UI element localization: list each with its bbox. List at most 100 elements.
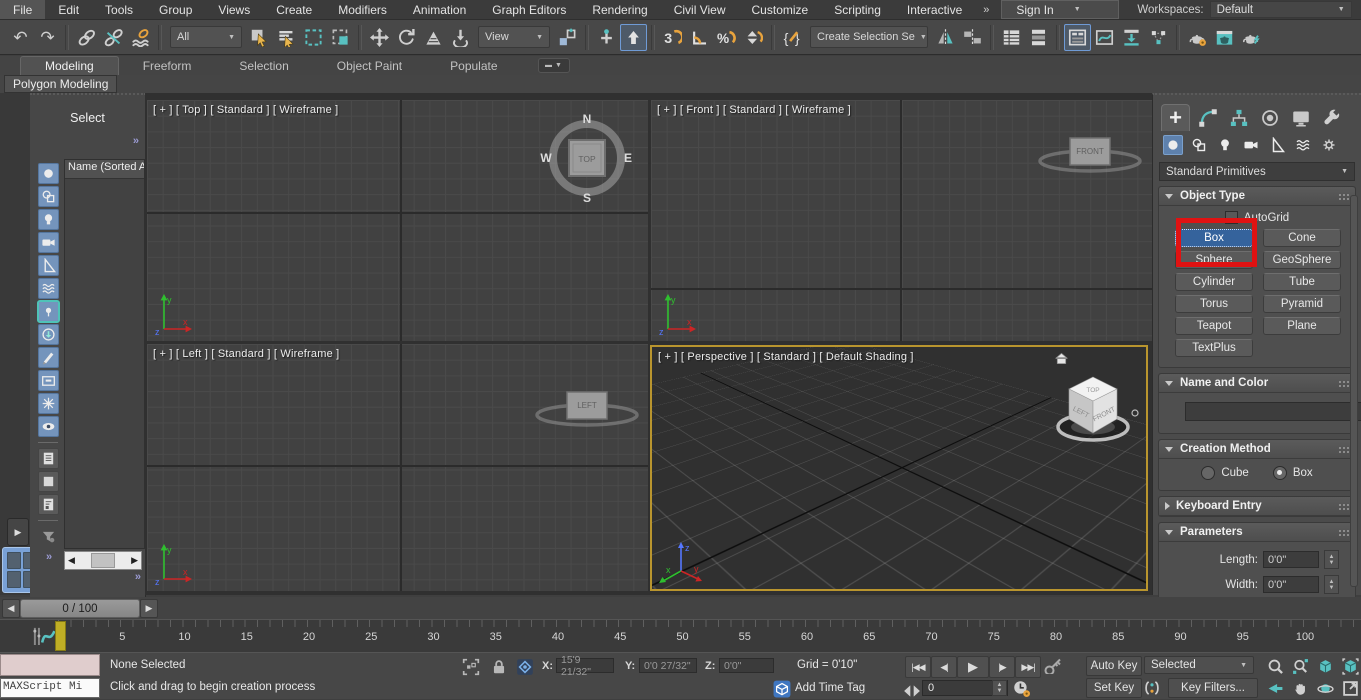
pan-icon[interactable] [1288, 678, 1312, 698]
object-type-button-tube[interactable]: Tube [1263, 273, 1341, 291]
field-of-view-icon[interactable] [1263, 678, 1287, 698]
frame-spinner[interactable]: ▲ ▼ [992, 680, 1007, 696]
object-type-button-plane[interactable]: Plane [1263, 317, 1341, 335]
set-key-filters-icon[interactable] [1143, 679, 1161, 697]
select-by-name-icon[interactable] [273, 24, 300, 51]
schematic-view-icon[interactable] [1118, 24, 1145, 51]
scene-explorer-icon[interactable] [1064, 24, 1091, 51]
tab-create[interactable]: + [1161, 104, 1190, 131]
named-selection-set-dropdown[interactable]: Create Selection Se ▼ [810, 26, 928, 48]
sidebar-filter-icon[interactable] [38, 526, 59, 547]
viewcube-3d[interactable]: TOP LEFT FRONT [1047, 365, 1139, 451]
viewcube-front[interactable]: FRONT [1035, 128, 1145, 180]
bind-to-space-warp-icon[interactable] [127, 24, 154, 51]
spinner-icon[interactable]: ▲▼ [1324, 550, 1339, 569]
render-setup-icon[interactable] [1184, 24, 1211, 51]
viewcube-compass[interactable]: TOP N S W E [539, 112, 635, 204]
unlink-selection-icon[interactable] [100, 24, 127, 51]
ribbon-config-dropdown[interactable]: ▬ ▼ [538, 58, 570, 73]
object-type-button-textplus[interactable]: TextPlus [1175, 339, 1253, 357]
sidebar-helpers-icon[interactable] [38, 255, 59, 276]
scroll-left-icon[interactable]: ◀ [65, 555, 78, 566]
viewcube-left[interactable]: LEFT [532, 382, 642, 434]
add-time-tag[interactable]: Add Time Tag [795, 682, 865, 694]
radio-icon[interactable] [1201, 466, 1215, 480]
rollout-grip-icon[interactable] [1338, 529, 1349, 536]
panel-scrollbar[interactable] [1350, 195, 1358, 587]
align-icon[interactable] [959, 24, 986, 51]
scroll-right-icon[interactable]: ▶ [128, 555, 141, 566]
layer-manager-icon[interactable] [998, 24, 1025, 51]
category-space-warps-icon[interactable] [1293, 135, 1313, 155]
key-mode-toggle-icon[interactable] [903, 682, 917, 694]
panel-expand-chevron[interactable]: » [133, 135, 139, 147]
menu-scripting[interactable]: Scripting [821, 0, 894, 19]
mini-curve-editor-icon[interactable] [30, 623, 56, 649]
layer-explorer-icon[interactable] [1025, 24, 1052, 51]
rectangular-selection-region-icon[interactable] [300, 24, 327, 51]
absolute-offset-toggle-icon[interactable] [516, 658, 534, 676]
panel-expand-chevron[interactable]: » [46, 551, 52, 563]
object-type-button-teapot[interactable]: Teapot [1175, 317, 1253, 335]
object-type-button-torus[interactable]: Torus [1175, 295, 1253, 313]
menu-group[interactable]: Group [146, 0, 205, 19]
zoom-extents-all-icon[interactable] [1338, 656, 1361, 676]
rollout-header[interactable]: Parameters [1159, 523, 1355, 542]
key-mode-dropdown[interactable]: Selected ▼ [1144, 656, 1254, 674]
redo-icon[interactable]: ↷ [34, 24, 61, 51]
orbit-icon[interactable] [1313, 678, 1337, 698]
parameter-field[interactable]: 0'0" [1263, 576, 1319, 593]
tab-motion[interactable] [1256, 105, 1283, 131]
tab-hierarchy[interactable] [1225, 105, 1252, 131]
render-production-icon[interactable] [1238, 24, 1265, 51]
category-cameras-icon[interactable] [1241, 135, 1261, 155]
frame-back-button[interactable]: ◀ [2, 599, 20, 618]
maxscript-listener-output[interactable] [0, 654, 100, 676]
name-list-header[interactable]: Name (Sorted A [65, 160, 144, 179]
material-editor-icon[interactable] [1145, 24, 1172, 51]
rollout-header[interactable]: Creation Method [1159, 440, 1355, 459]
rollout-grip-icon[interactable] [1338, 446, 1349, 453]
auto-key-button[interactable]: Auto Key [1086, 656, 1142, 676]
panel-expand-chevron[interactable]: » [135, 571, 141, 583]
go-to-end-button[interactable]: ▶▶| [1015, 656, 1041, 678]
x-coordinate-field[interactable]: 15'9 21/32" [556, 658, 614, 673]
sidebar-doc-list-icon[interactable] [38, 448, 59, 469]
set-key-button[interactable]: Set Key [1086, 678, 1142, 698]
frame-forward-button[interactable]: ▶ [140, 599, 158, 618]
object-type-button-geosphere[interactable]: GeoSphere [1263, 251, 1341, 269]
sidebar-geometry-icon[interactable] [38, 163, 59, 184]
menu-graph-editors[interactable]: Graph Editors [479, 0, 579, 19]
percent-snap-icon[interactable]: % [713, 24, 740, 51]
viewport-front[interactable]: [ + ] [ Front ] [ Standard ] [ Wireframe… [651, 100, 1152, 341]
z-coordinate-field[interactable]: 0'0" [719, 658, 774, 673]
curve-editor-icon[interactable] [1091, 24, 1118, 51]
category-shapes-icon[interactable] [1189, 135, 1209, 155]
select-and-scale-icon[interactable] [420, 24, 447, 51]
tab-utilities[interactable] [1318, 105, 1345, 131]
zoom-extents-icon[interactable] [1313, 656, 1337, 676]
sidebar-import-icon[interactable] [38, 324, 59, 345]
tab-display[interactable] [1287, 105, 1314, 131]
sidebar-doc-icon[interactable] [38, 494, 59, 515]
go-to-start-button[interactable]: |◀◀ [905, 656, 931, 678]
scroll-thumb[interactable] [91, 553, 115, 568]
time-slider[interactable] [55, 621, 66, 651]
ribbon-tab-freeform[interactable]: Freeform [119, 57, 216, 75]
menu-create[interactable]: Create [263, 0, 325, 19]
sidebar-freeze-icon[interactable] [38, 393, 59, 414]
spinner-icon[interactable]: ▲▼ [1324, 575, 1339, 594]
sidebar-lights-icon[interactable] [38, 209, 59, 230]
object-type-button-pyramid[interactable]: Pyramid [1263, 295, 1341, 313]
select-and-link-icon[interactable] [73, 24, 100, 51]
ribbon-tab-populate[interactable]: Populate [426, 57, 521, 75]
viewport-perspective[interactable]: [ + ] [ Perspective ] [ Standard ] [ Def… [650, 345, 1148, 591]
time-tag-cube-icon[interactable] [773, 680, 789, 696]
menu-overflow-chevron[interactable]: » [975, 4, 997, 16]
select-and-place-icon[interactable] [447, 24, 474, 51]
sidebar-blank-square-icon[interactable] [38, 471, 59, 492]
select-and-rotate-icon[interactable] [393, 24, 420, 51]
rollout-grip-icon[interactable] [1338, 503, 1349, 510]
current-frame-field[interactable]: 0 ▲ ▼ [922, 680, 1008, 696]
frame-counter[interactable]: 0 / 100 [20, 599, 140, 618]
